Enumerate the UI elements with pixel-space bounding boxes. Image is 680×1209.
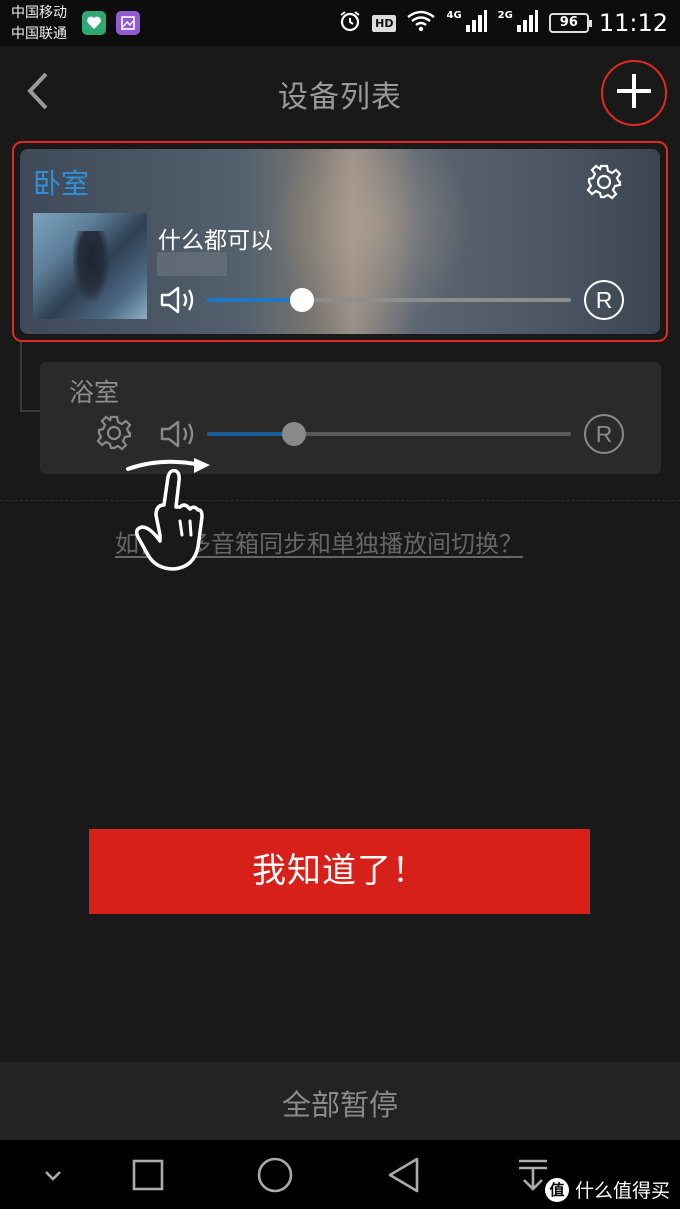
artist-placeholder: [157, 252, 227, 276]
volume-slider-fill: [207, 432, 295, 436]
volume-slider-knob[interactable]: [282, 422, 307, 446]
network-2g-label: 2G: [497, 9, 513, 21]
room-name: 卧室: [33, 167, 90, 200]
hd-badge: HD: [372, 14, 397, 32]
alarm-icon: [338, 9, 362, 37]
health-app-icon: [82, 11, 106, 35]
volume-slider-fill: [207, 298, 302, 302]
volume-slider-knob[interactable]: [289, 288, 314, 312]
device-card-bedroom[interactable]: 卧室 什么都可以 R: [20, 149, 660, 334]
song-title: 什么都可以: [158, 228, 273, 254]
watermark-text: 什么值得买: [574, 1180, 670, 1202]
wifi-icon: [406, 9, 436, 37]
watermark: 值 什么值得买: [544, 1176, 670, 1203]
group-connector-line: [20, 342, 42, 412]
circle-icon[interactable]: [256, 1156, 294, 1198]
bottom-bar: 全部暂停: [0, 1062, 680, 1140]
gallery-app-icon: [116, 11, 140, 35]
watermark-badge: 值: [544, 1177, 569, 1202]
clock: 11:12: [598, 9, 668, 37]
add-device-button[interactable]: [601, 60, 667, 126]
triangle-back-icon[interactable]: [386, 1156, 422, 1198]
carrier-1: 中国移动: [11, 5, 67, 21]
chevron-down-icon[interactable]: [40, 1162, 66, 1192]
plus-icon: [614, 71, 654, 115]
pause-all-button[interactable]: 全部暂停: [0, 1082, 680, 1124]
header: 设备列表: [0, 46, 680, 138]
volume-slider[interactable]: [207, 422, 571, 446]
speaker-icon[interactable]: [159, 285, 197, 319]
page-title: 设备列表: [278, 80, 402, 115]
got-it-button[interactable]: 我知道了！: [89, 829, 590, 914]
gear-icon[interactable]: [585, 163, 623, 205]
carrier-2: 中国联通: [11, 26, 67, 42]
volume-slider[interactable]: [207, 288, 571, 312]
gear-icon[interactable]: [95, 414, 133, 456]
network-4g-label: 4G: [446, 9, 462, 21]
repeat-icon[interactable]: R: [584, 414, 624, 454]
signal-icon-1: [464, 9, 488, 37]
repeat-icon[interactable]: R: [584, 280, 624, 320]
room-name: 浴室: [69, 378, 120, 407]
speaker-icon[interactable]: [159, 419, 197, 453]
hand-swipe-icon: [122, 455, 222, 579]
battery-icon: 96: [548, 13, 592, 33]
divider: [0, 500, 680, 501]
status-bar: 中国移动 中国联通 HD 4G 2G 96 11:12: [0, 0, 680, 46]
signal-icon-2: [515, 9, 539, 37]
square-icon[interactable]: [131, 1158, 165, 1196]
album-art: [33, 213, 147, 319]
